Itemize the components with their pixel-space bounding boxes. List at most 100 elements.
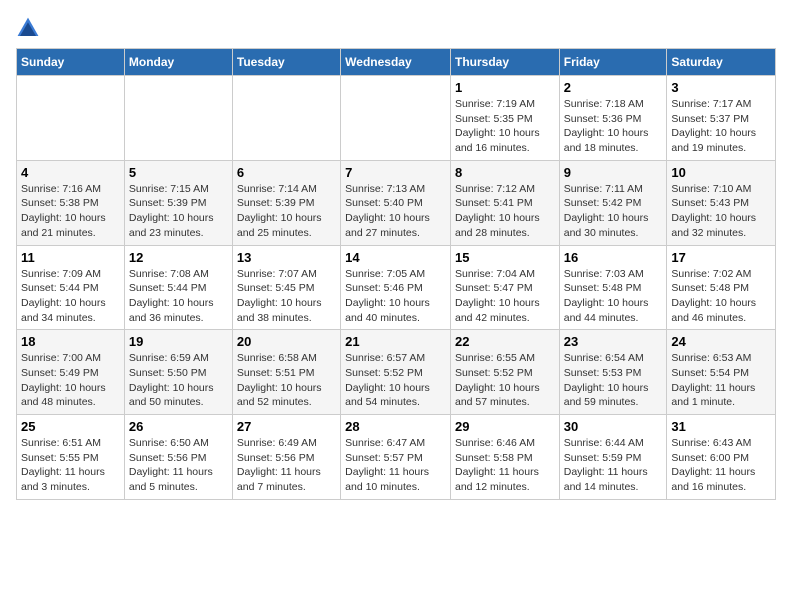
calendar-cell: 20 Sunrise: 6:58 AM Sunset: 5:51 PM Dayli…: [232, 330, 340, 415]
day-number: 18: [21, 334, 120, 349]
calendar-cell: 31 Sunrise: 6:43 AM Sunset: 6:00 PM Dayli…: [667, 415, 776, 500]
day-content: Sunrise: 7:12 AM Sunset: 5:41 PM Dayligh…: [455, 182, 555, 241]
calendar-cell: 10 Sunrise: 7:10 AM Sunset: 5:43 PM Dayli…: [667, 160, 776, 245]
day-content: Sunrise: 6:53 AM Sunset: 5:54 PM Dayligh…: [671, 351, 771, 410]
day-content: Sunrise: 7:07 AM Sunset: 5:45 PM Dayligh…: [237, 267, 336, 326]
day-number: 7: [345, 165, 446, 180]
day-number: 16: [564, 250, 663, 265]
day-number: 5: [129, 165, 228, 180]
calendar-table: Sunday Monday Tuesday Wednesday Thursday…: [16, 48, 776, 500]
day-number: 25: [21, 419, 120, 434]
header-tuesday: Tuesday: [232, 49, 340, 76]
day-content: Sunrise: 7:02 AM Sunset: 5:48 PM Dayligh…: [671, 267, 771, 326]
header-thursday: Thursday: [450, 49, 559, 76]
week-row-2: 4 Sunrise: 7:16 AM Sunset: 5:38 PM Daylig…: [17, 160, 776, 245]
calendar-cell: 6 Sunrise: 7:14 AM Sunset: 5:39 PM Daylig…: [232, 160, 340, 245]
calendar-cell: 8 Sunrise: 7:12 AM Sunset: 5:41 PM Daylig…: [450, 160, 559, 245]
page-header: [16, 16, 776, 40]
day-content: Sunrise: 7:14 AM Sunset: 5:39 PM Dayligh…: [237, 182, 336, 241]
day-content: Sunrise: 6:44 AM Sunset: 5:59 PM Dayligh…: [564, 436, 663, 495]
day-number: 20: [237, 334, 336, 349]
day-number: 21: [345, 334, 446, 349]
header-sunday: Sunday: [17, 49, 125, 76]
calendar-cell: 3Sunrise: 7:17 AM Sunset: 5:37 PM Daylig…: [667, 76, 776, 161]
day-number: 26: [129, 419, 228, 434]
day-number: 11: [21, 250, 120, 265]
calendar-cell: 19Sunrise: 6:59 AM Sunset: 5:50 PM Dayli…: [124, 330, 232, 415]
day-number: 8: [455, 165, 555, 180]
day-number: 31: [671, 419, 771, 434]
day-content: Sunrise: 6:54 AM Sunset: 5:53 PM Dayligh…: [564, 351, 663, 410]
day-number: 22: [455, 334, 555, 349]
day-content: Sunrise: 6:57 AM Sunset: 5:52 PM Dayligh…: [345, 351, 446, 410]
day-content: Sunrise: 7:10 AM Sunset: 5:43 PM Dayligh…: [671, 182, 771, 241]
header-friday: Friday: [559, 49, 667, 76]
day-content: Sunrise: 6:51 AM Sunset: 5:55 PM Dayligh…: [21, 436, 120, 495]
day-content: Sunrise: 6:43 AM Sunset: 6:00 PM Dayligh…: [671, 436, 771, 495]
calendar-cell: 17 Sunrise: 7:02 AM Sunset: 5:48 PM Dayli…: [667, 245, 776, 330]
header-saturday: Saturday: [667, 49, 776, 76]
day-content: Sunrise: 6:55 AM Sunset: 5:52 PM Dayligh…: [455, 351, 555, 410]
day-number: 27: [237, 419, 336, 434]
calendar-cell: 1Sunrise: 7:19 AM Sunset: 5:35 PM Daylig…: [450, 76, 559, 161]
day-number: 14: [345, 250, 446, 265]
day-content: Sunrise: 7:18 AM Sunset: 5:36 PM Dayligh…: [564, 97, 663, 156]
calendar-cell: 26 Sunrise: 6:50 AM Sunset: 5:56 PM Dayli…: [124, 415, 232, 500]
day-number: 30: [564, 419, 663, 434]
day-content: Sunrise: 7:04 AM Sunset: 5:47 PM Dayligh…: [455, 267, 555, 326]
calendar-cell: 22 Sunrise: 6:55 AM Sunset: 5:52 PM Dayli…: [450, 330, 559, 415]
calendar-cell: 2 Sunrise: 7:18 AM Sunset: 5:36 PM Daylig…: [559, 76, 667, 161]
day-number: 13: [237, 250, 336, 265]
day-content: Sunrise: 6:59 AM Sunset: 5:50 PM Dayligh…: [129, 351, 228, 410]
header-wednesday: Wednesday: [341, 49, 451, 76]
day-number: 1: [455, 80, 555, 95]
day-content: Sunrise: 7:09 AM Sunset: 5:44 PM Dayligh…: [21, 267, 120, 326]
calendar-cell: 11 Sunrise: 7:09 AM Sunset: 5:44 PM Dayli…: [17, 245, 125, 330]
day-content: Sunrise: 7:15 AM Sunset: 5:39 PM Dayligh…: [129, 182, 228, 241]
calendar-cell: 13 Sunrise: 7:07 AM Sunset: 5:45 PM Dayli…: [232, 245, 340, 330]
calendar-cell: 23 Sunrise: 6:54 AM Sunset: 5:53 PM Dayli…: [559, 330, 667, 415]
day-content: Sunrise: 7:05 AM Sunset: 5:46 PM Dayligh…: [345, 267, 446, 326]
week-row-3: 11 Sunrise: 7:09 AM Sunset: 5:44 PM Dayli…: [17, 245, 776, 330]
day-content: Sunrise: 7:17 AM Sunset: 5:37 PM Dayligh…: [671, 97, 771, 156]
day-content: Sunrise: 7:11 AM Sunset: 5:42 PM Dayligh…: [564, 182, 663, 241]
day-number: 12: [129, 250, 228, 265]
day-number: 10: [671, 165, 771, 180]
calendar-cell: 4 Sunrise: 7:16 AM Sunset: 5:38 PM Daylig…: [17, 160, 125, 245]
day-content: Sunrise: 6:58 AM Sunset: 5:51 PM Dayligh…: [237, 351, 336, 410]
calendar-cell: 12Sunrise: 7:08 AM Sunset: 5:44 PM Dayli…: [124, 245, 232, 330]
calendar-cell: 24Sunrise: 6:53 AM Sunset: 5:54 PM Dayli…: [667, 330, 776, 415]
calendar-cell: [232, 76, 340, 161]
day-number: 2: [564, 80, 663, 95]
header-monday: Monday: [124, 49, 232, 76]
day-content: Sunrise: 6:50 AM Sunset: 5:56 PM Dayligh…: [129, 436, 228, 495]
day-number: 9: [564, 165, 663, 180]
calendar-cell: [341, 76, 451, 161]
calendar-header: Sunday Monday Tuesday Wednesday Thursday…: [17, 49, 776, 76]
day-number: 23: [564, 334, 663, 349]
day-number: 17: [671, 250, 771, 265]
day-content: Sunrise: 6:49 AM Sunset: 5:56 PM Dayligh…: [237, 436, 336, 495]
calendar-cell: 28 Sunrise: 6:47 AM Sunset: 5:57 PM Dayli…: [341, 415, 451, 500]
day-number: 28: [345, 419, 446, 434]
day-number: 4: [21, 165, 120, 180]
week-row-4: 18 Sunrise: 7:00 AM Sunset: 5:49 PM Dayli…: [17, 330, 776, 415]
calendar-cell: [17, 76, 125, 161]
calendar-cell: 27 Sunrise: 6:49 AM Sunset: 5:56 PM Dayli…: [232, 415, 340, 500]
calendar-cell: 25 Sunrise: 6:51 AM Sunset: 5:55 PM Dayli…: [17, 415, 125, 500]
calendar-cell: 7Sunrise: 7:13 AM Sunset: 5:40 PM Daylig…: [341, 160, 451, 245]
calendar-cell: 9 Sunrise: 7:11 AM Sunset: 5:42 PM Daylig…: [559, 160, 667, 245]
week-row-5: 25 Sunrise: 6:51 AM Sunset: 5:55 PM Dayli…: [17, 415, 776, 500]
logo: [16, 16, 44, 40]
calendar-cell: [124, 76, 232, 161]
day-number: 15: [455, 250, 555, 265]
day-number: 6: [237, 165, 336, 180]
calendar-cell: 16Sunrise: 7:03 AM Sunset: 5:48 PM Dayli…: [559, 245, 667, 330]
day-content: Sunrise: 7:16 AM Sunset: 5:38 PM Dayligh…: [21, 182, 120, 241]
day-content: Sunrise: 6:46 AM Sunset: 5:58 PM Dayligh…: [455, 436, 555, 495]
calendar-cell: 5 Sunrise: 7:15 AM Sunset: 5:39 PM Daylig…: [124, 160, 232, 245]
day-content: Sunrise: 6:47 AM Sunset: 5:57 PM Dayligh…: [345, 436, 446, 495]
calendar-cell: 30 Sunrise: 6:44 AM Sunset: 5:59 PM Dayli…: [559, 415, 667, 500]
calendar-body: 1Sunrise: 7:19 AM Sunset: 5:35 PM Daylig…: [17, 76, 776, 500]
day-content: Sunrise: 7:00 AM Sunset: 5:49 PM Dayligh…: [21, 351, 120, 410]
